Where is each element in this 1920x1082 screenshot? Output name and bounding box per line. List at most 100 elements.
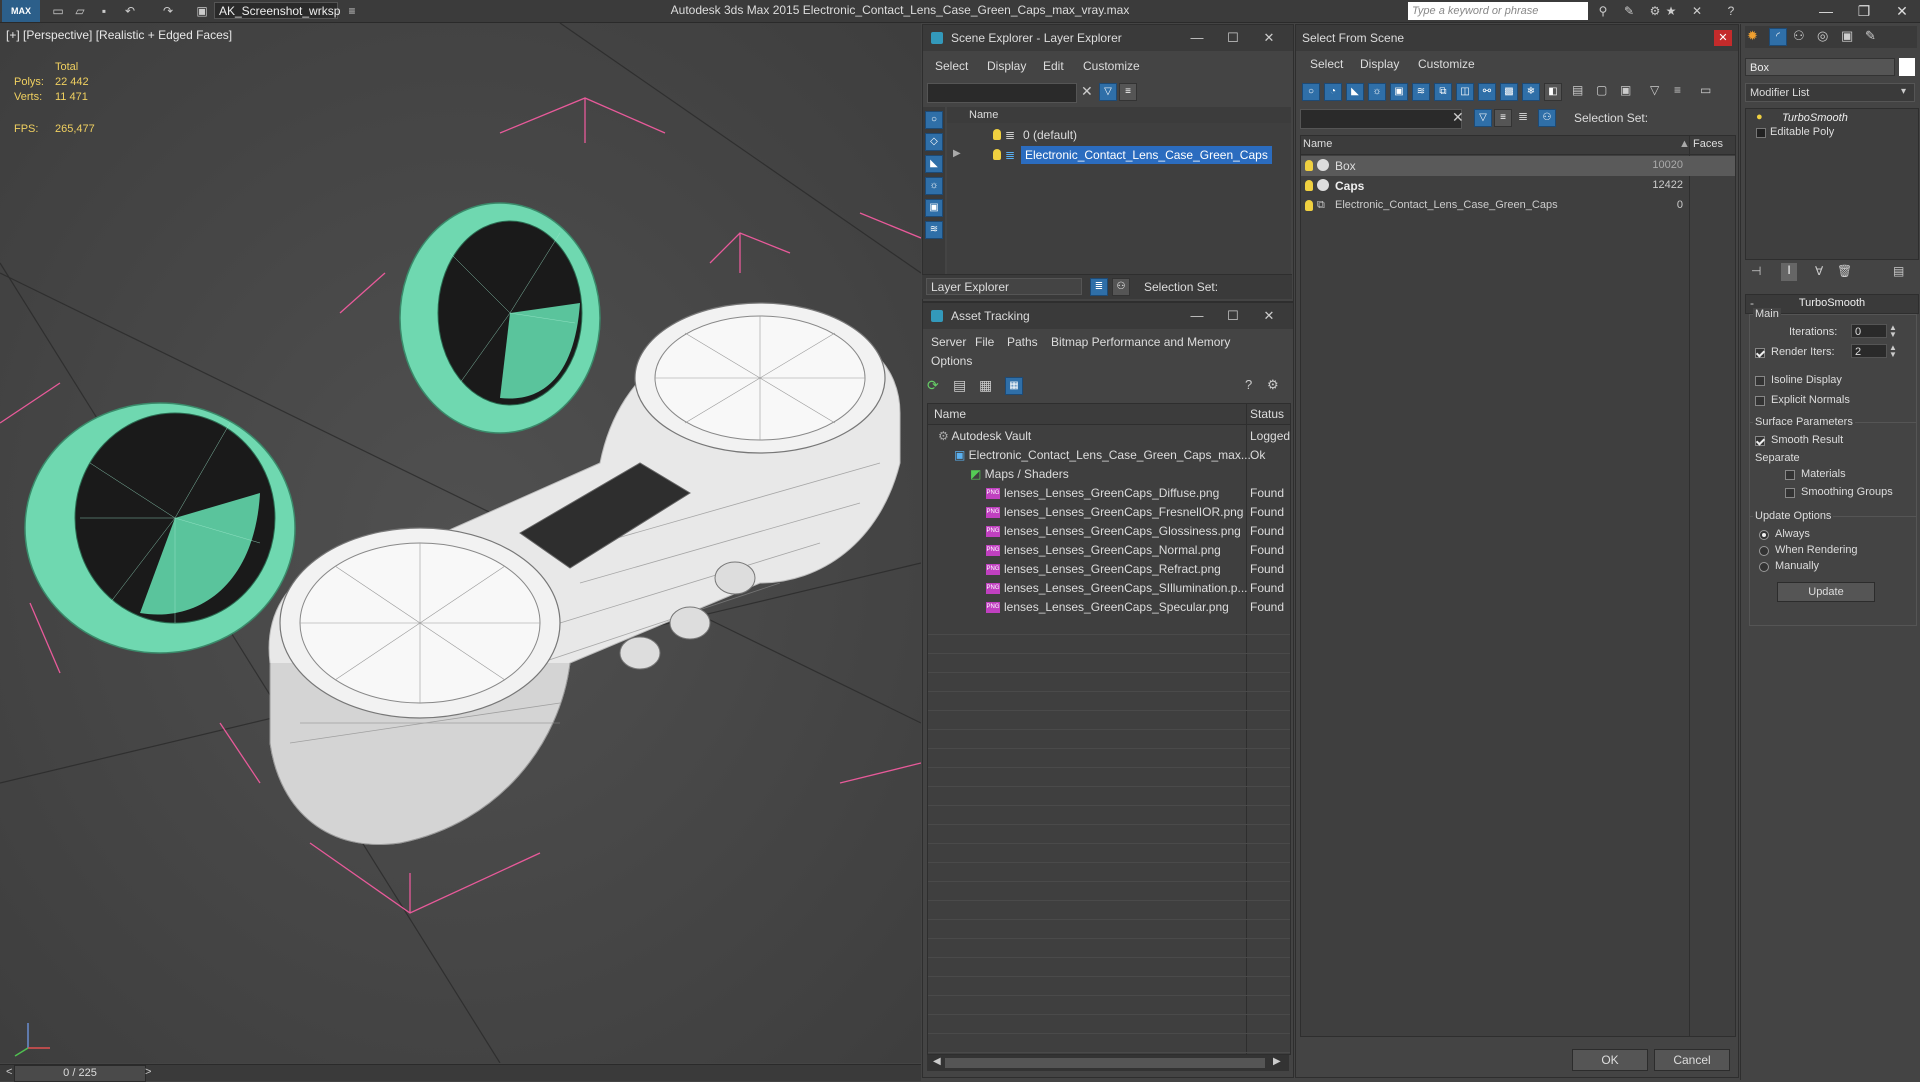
scrollbar-thumb[interactable] bbox=[945, 1058, 1265, 1068]
perspective-viewport[interactable]: [+] [Perspective] [Realistic + Edged Fac… bbox=[0, 23, 921, 1063]
modifier-bulb-icon[interactable]: ● bbox=[1756, 111, 1763, 123]
asset-row[interactable]: PNG lenses_Lenses_GreenCaps_FresnelIOR.pn… bbox=[928, 502, 1290, 521]
cancel-button[interactable]: Cancel bbox=[1654, 1049, 1730, 1071]
asset-row[interactable]: PNG lenses_Lenses_GreenCaps_Glossiness.pn… bbox=[928, 521, 1290, 540]
update-always-radio[interactable] bbox=[1759, 530, 1769, 540]
clear-search-icon[interactable]: ✕ bbox=[1452, 109, 1464, 126]
help-search-input[interactable]: Type a keyword or phrase bbox=[1408, 2, 1588, 20]
ok-button[interactable]: OK bbox=[1572, 1049, 1648, 1071]
workspace-dropdown[interactable]: AK_Screenshot_wrksp bbox=[214, 2, 340, 19]
close-icon[interactable]: ✕ bbox=[1251, 25, 1287, 51]
asset-row[interactable]: PNG lenses_Lenses_GreenCaps_Normal.png Fou… bbox=[928, 540, 1290, 559]
clear-search-icon[interactable]: ✕ bbox=[1081, 83, 1093, 100]
expand-arrow-icon[interactable]: ▶ bbox=[953, 148, 961, 159]
help-icon[interactable]: ? bbox=[1722, 3, 1740, 19]
menu-edit[interactable]: Edit bbox=[1043, 59, 1064, 73]
save-file-icon[interactable]: ▪ bbox=[96, 3, 112, 19]
close-window-icon[interactable]: ✕ bbox=[1884, 0, 1920, 22]
asset-row[interactable]: PNG lenses_Lenses_GreenCaps_SIllumination… bbox=[928, 578, 1290, 597]
menu-display[interactable]: Display bbox=[1360, 57, 1399, 71]
asset-row[interactable]: PNG lenses_Lenses_GreenCaps_Refract.png Fo… bbox=[928, 559, 1290, 578]
modify-tab-icon[interactable]: ◜ bbox=[1769, 28, 1787, 46]
tools-icon[interactable]: ✎ bbox=[1620, 3, 1638, 19]
display-objects-icon[interactable]: ○ bbox=[925, 111, 943, 129]
scroll-left-icon[interactable]: ◀ bbox=[933, 1056, 941, 1067]
layer-explorer-icon[interactable]: ≣ bbox=[1090, 278, 1108, 296]
make-unique-icon[interactable]: ∀ bbox=[1815, 264, 1823, 278]
remove-modifier-icon[interactable]: 🗑 bbox=[1837, 264, 1852, 278]
object-row-box[interactable]: Box 10020 bbox=[1301, 156, 1735, 176]
explorer-type-dropdown[interactable]: Layer Explorer bbox=[926, 278, 1082, 295]
chevron-down-icon[interactable]: ▾ bbox=[1901, 86, 1906, 97]
filter-lights-icon[interactable]: ◣ bbox=[1346, 83, 1364, 101]
workspace-menu-icon[interactable]: ≡ bbox=[344, 3, 360, 19]
utilities-tab-icon[interactable]: ✎ bbox=[1865, 28, 1876, 44]
binoculars-icon[interactable]: ⚲ bbox=[1594, 3, 1612, 19]
layer-row-default[interactable]: ≣ 0 (default) bbox=[947, 125, 1291, 145]
column-status[interactable]: Status bbox=[1250, 407, 1284, 421]
filter-cameras-icon[interactable]: ☼ bbox=[1368, 83, 1386, 101]
exchange-icon[interactable]: ✕ bbox=[1688, 3, 1706, 19]
column-faces[interactable]: Faces bbox=[1693, 138, 1723, 150]
layer-options-icon[interactable]: ≡ bbox=[1119, 83, 1137, 101]
object-row-lens-case[interactable]: ⧉ Electronic_Contact_Lens_Case_Green_Cap… bbox=[1301, 196, 1735, 216]
filter-icon[interactable]: ▽ bbox=[1099, 83, 1117, 101]
iterations-spinner[interactable]: 0 bbox=[1851, 324, 1887, 338]
column-name[interactable]: Name bbox=[969, 109, 998, 121]
menu-customize[interactable]: Customize bbox=[1418, 57, 1475, 71]
filter-hidden-icon[interactable]: ◧ bbox=[1544, 83, 1562, 101]
time-slider[interactable]: < 0 / 225 > bbox=[0, 1064, 921, 1082]
filter-shapes-icon[interactable]: ◔ bbox=[1324, 83, 1342, 101]
asset-row[interactable]: ▣ Electronic_Contact_Lens_Case_Green_Cap… bbox=[928, 445, 1290, 464]
menu-paths[interactable]: Paths bbox=[1007, 335, 1038, 349]
help-icon[interactable]: ? bbox=[1245, 377, 1252, 392]
display-helpers-icon[interactable]: ≋ bbox=[925, 221, 943, 239]
layer-row-lens-case[interactable]: ▶ ≣ Electronic_Contact_Lens_Case_Green_C… bbox=[947, 145, 1291, 165]
open-file-icon[interactable]: ▱ bbox=[72, 3, 88, 19]
undo-icon[interactable]: ↶ bbox=[122, 3, 138, 19]
horizontal-scrollbar[interactable]: ◀ ▶ bbox=[927, 1055, 1289, 1071]
restore-window-icon[interactable]: ❐ bbox=[1846, 0, 1882, 22]
timeline-prev-button[interactable]: < bbox=[6, 1066, 12, 1078]
menu-select[interactable]: Select bbox=[1310, 57, 1343, 71]
column-name[interactable]: Name bbox=[934, 407, 966, 421]
select-none-icon[interactable]: ▢ bbox=[1596, 83, 1607, 97]
light-bulb-icon[interactable] bbox=[993, 149, 1001, 160]
list-view-icon[interactable]: ▤ bbox=[953, 377, 966, 394]
layer-options-icon[interactable]: ≡ bbox=[1494, 109, 1512, 127]
filter-funnel-icon[interactable]: ▽ bbox=[1650, 83, 1659, 97]
motion-tab-icon[interactable]: ◎ bbox=[1817, 28, 1828, 44]
configure-sets-icon[interactable]: ▤ bbox=[1893, 264, 1904, 278]
refresh-icon[interactable]: ⟳ bbox=[927, 377, 939, 394]
select-invert-icon[interactable]: ▣ bbox=[1620, 83, 1631, 97]
find-name-input[interactable] bbox=[1300, 109, 1462, 129]
create-tab-icon[interactable]: ✹ bbox=[1747, 28, 1758, 44]
maximize-icon[interactable]: ☐ bbox=[1215, 303, 1251, 329]
scene-explorer-titlebar[interactable]: Scene Explorer - Layer Explorer — ☐ ✕ bbox=[923, 25, 1293, 51]
new-file-icon[interactable]: ▭ bbox=[50, 3, 66, 19]
isoline-checkbox[interactable] bbox=[1755, 376, 1765, 386]
filter-geometry-icon[interactable]: ○ bbox=[1302, 83, 1320, 101]
hierarchy-icon[interactable]: ⚇ bbox=[1112, 278, 1130, 296]
stack-item-editable-poly[interactable]: Editable Poly bbox=[1770, 126, 1834, 138]
menu-customize[interactable]: Customize bbox=[1083, 59, 1140, 73]
pin-stack-icon[interactable]: ⊣ bbox=[1751, 264, 1761, 278]
filter-helpers-icon[interactable]: ▣ bbox=[1390, 83, 1408, 101]
viewport-label[interactable]: [+] [Perspective] [Realistic + Edged Fac… bbox=[6, 28, 232, 42]
stack-item-turbosmooth[interactable]: TurboSmooth bbox=[1782, 112, 1848, 124]
object-color-swatch[interactable] bbox=[1899, 58, 1915, 76]
materials-checkbox[interactable] bbox=[1785, 470, 1795, 480]
time-slider-thumb[interactable]: 0 / 225 bbox=[14, 1065, 146, 1082]
layers-icon[interactable]: ≣ bbox=[1518, 109, 1528, 123]
hierarchy-icon[interactable]: ⚇ bbox=[1538, 109, 1556, 127]
smoothing-groups-checkbox[interactable] bbox=[1785, 488, 1795, 498]
filter-warps-icon[interactable]: ≋ bbox=[1412, 83, 1430, 101]
thumbnail-view-icon[interactable]: ▦ bbox=[979, 377, 992, 394]
update-manually-radio[interactable] bbox=[1759, 562, 1769, 572]
menu-options[interactable]: Options bbox=[931, 354, 972, 368]
menu-file[interactable]: File bbox=[975, 335, 994, 349]
collapse-icon[interactable]: ▭ bbox=[1700, 83, 1711, 97]
update-button[interactable]: Update bbox=[1777, 582, 1875, 602]
maximize-icon[interactable]: ☐ bbox=[1215, 25, 1251, 51]
select-from-scene-titlebar[interactable]: Select From Scene ✕ bbox=[1296, 25, 1738, 51]
